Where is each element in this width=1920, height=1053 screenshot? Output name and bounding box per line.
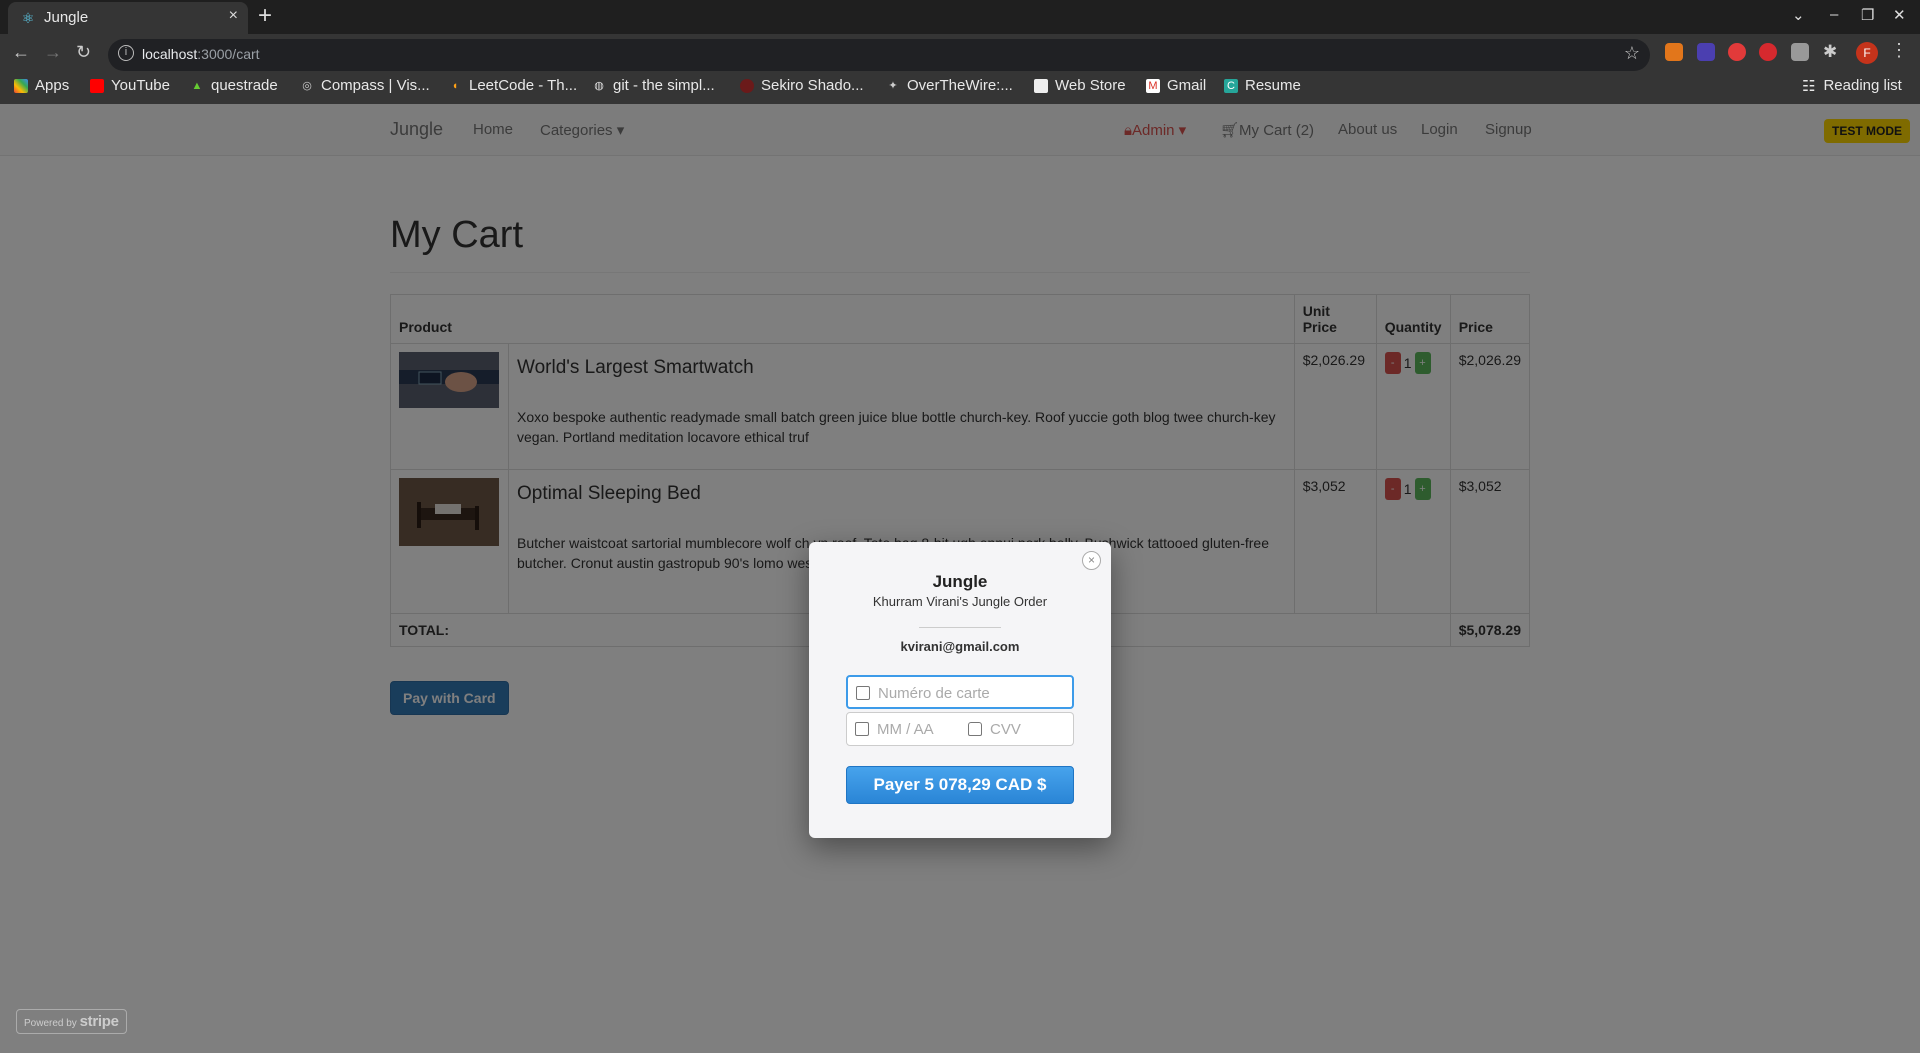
maximize-icon[interactable]: ❐ — [1861, 6, 1874, 24]
url-text[interactable]: localhost:3000/cart — [142, 46, 260, 62]
bookmark-leetcode[interactable]: ◖ LeetCode - Th... — [448, 77, 577, 94]
powered-by-stripe[interactable]: Powered by stripe — [16, 1009, 127, 1034]
reload-icon[interactable]: ↻ — [76, 42, 91, 63]
webstore-icon — [1034, 78, 1048, 93]
card-number-placeholder: Numéro de carte — [878, 685, 990, 702]
bookmark-webstore[interactable]: Web Store — [1034, 77, 1126, 94]
youtube-icon — [90, 78, 104, 93]
reading-list[interactable]: ☷ Reading list — [1802, 77, 1902, 95]
browser-menu-icon[interactable]: ⋮ — [1890, 40, 1908, 61]
metamask-icon[interactable] — [1665, 43, 1683, 61]
stripe-checkout-modal: × Jungle Khurram Virani's Jungle Order k… — [809, 542, 1111, 838]
react-icon: ⚛ — [21, 10, 35, 26]
minimize-icon[interactable]: – — [1830, 6, 1838, 23]
address-bar[interactable]: i localhost:3000/cart ☆ — [108, 39, 1650, 71]
compass-icon: ◎ — [302, 79, 312, 92]
bookmark-resume[interactable]: C Resume — [1224, 77, 1301, 94]
modal-divider — [919, 627, 1001, 628]
questrade-icon: ▲ — [191, 79, 203, 92]
cvv-field[interactable]: CVV — [960, 712, 1074, 746]
apps-grid-icon — [14, 78, 28, 93]
bookmark-star-icon[interactable]: ☆ — [1624, 43, 1640, 64]
bookmark-overthewire[interactable]: ✦ OverTheWire:... — [886, 77, 1012, 94]
reading-list-icon: ☷ — [1802, 78, 1816, 95]
tab-close-icon[interactable]: × — [229, 7, 238, 25]
modal-title: Jungle — [932, 572, 988, 591]
modal-subtitle: Khurram Virani's Jungle Order — [872, 594, 1048, 609]
bookmark-gmail[interactable]: M Gmail — [1146, 77, 1206, 94]
expiry-field[interactable]: MM / AA — [846, 712, 961, 746]
tab-bar: ⚛ Jungle × + ⌄ – ❐ ✕ — [0, 0, 1920, 34]
leetcode-icon: ◖ — [451, 79, 459, 92]
cvv-placeholder: CVV — [990, 721, 1021, 738]
calendar-icon — [855, 722, 869, 736]
bookmark-git[interactable]: ◍ git - the simpl... — [592, 77, 715, 94]
site-info-icon[interactable]: i — [118, 45, 134, 61]
adblock-icon[interactable] — [1728, 43, 1746, 61]
extensions-puzzle-icon[interactable]: ✱ — [1823, 43, 1841, 61]
tab-search-icon[interactable]: ⌄ — [1792, 6, 1805, 24]
bookmark-youtube[interactable]: YouTube — [90, 77, 170, 94]
expiry-placeholder: MM / AA — [877, 721, 934, 738]
browser-tab[interactable]: ⚛ Jungle × — [8, 2, 248, 34]
extension-badge-icon[interactable] — [1697, 43, 1715, 61]
bookmark-sekiro[interactable]: Sekiro Shado... — [740, 77, 864, 94]
globe-icon: ◍ — [594, 79, 604, 92]
lock-icon — [968, 722, 982, 736]
back-icon[interactable]: ← — [12, 42, 30, 63]
forward-icon[interactable]: → — [44, 42, 62, 63]
extension-gray-icon[interactable] — [1791, 43, 1809, 61]
window-close-icon[interactable]: ✕ — [1893, 6, 1906, 24]
bookmarks-bar: Apps YouTube ▲ questrade ◎ Compass | Vis..… — [0, 74, 1920, 104]
modal-close-icon[interactable]: × — [1082, 551, 1101, 570]
customer-email: kvirani@gmail.com — [900, 639, 1020, 654]
overthewire-icon: ✦ — [888, 79, 898, 92]
card-number-field[interactable]: Numéro de carte — [846, 675, 1074, 709]
tab-title: Jungle — [44, 9, 89, 26]
resume-icon: C — [1224, 78, 1238, 93]
bookmark-apps[interactable]: Apps — [14, 77, 69, 94]
gmail-icon: M — [1146, 78, 1160, 93]
extension-red-icon[interactable] — [1759, 43, 1777, 61]
new-tab-icon[interactable]: + — [258, 3, 272, 29]
bookmark-compass[interactable]: ◎ Compass | Vis... — [300, 77, 429, 94]
page: Jungle Home Categories ▾ 🔒︎Admin ▾ 🛒︎My … — [0, 104, 1920, 1053]
profile-avatar[interactable]: F — [1856, 42, 1878, 64]
bookmark-questrade[interactable]: ▲ questrade — [190, 77, 278, 94]
credit-card-icon — [856, 686, 870, 700]
submit-payment-button[interactable]: Payer 5 078,29 CAD $ — [846, 766, 1074, 804]
sekiro-icon — [740, 78, 754, 93]
